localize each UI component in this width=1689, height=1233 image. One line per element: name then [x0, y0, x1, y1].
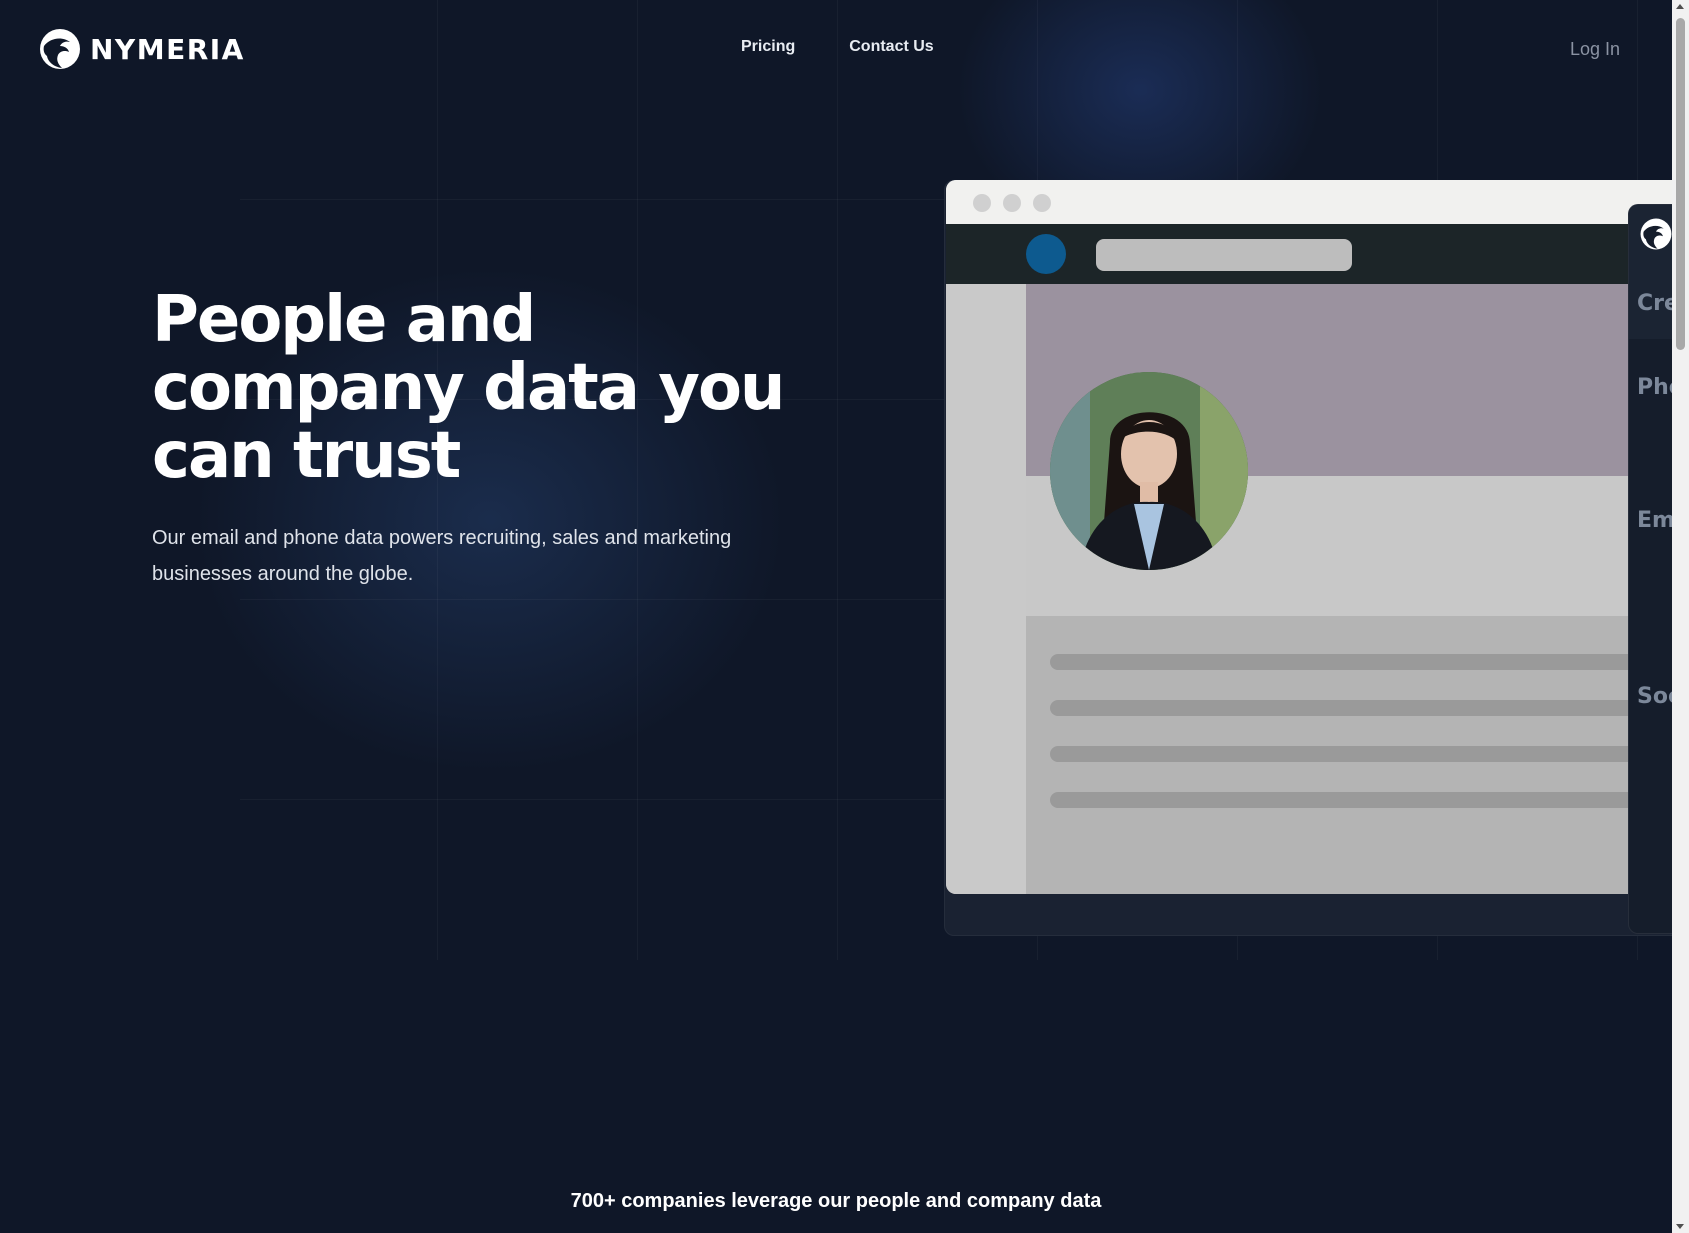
mockup-navbar	[946, 224, 1689, 284]
hero-subtitle: Our email and phone data powers recruiti…	[152, 527, 732, 585]
main-nav: Pricing Contact Us	[741, 38, 934, 56]
placeholder-line	[1050, 746, 1689, 762]
site-header: NYMERIA Pricing Contact Us Log In	[0, 0, 1672, 96]
brand-logo-link[interactable]: NYMERIA	[38, 28, 245, 70]
scroll-down-arrow-icon[interactable]	[1676, 1224, 1684, 1229]
window-dot-icon	[973, 194, 991, 212]
profile-photo-illustration	[1050, 372, 1248, 570]
nav-link-pricing[interactable]: Pricing	[741, 38, 795, 56]
side-panel-label-email: Em	[1637, 508, 1675, 533]
scroll-up-arrow-icon[interactable]	[1676, 4, 1684, 9]
mockup-titlebar	[946, 180, 1689, 224]
placeholder-line	[1050, 792, 1689, 808]
hero-title: People and company data you can trust	[152, 283, 785, 493]
mockup-search-bar	[1096, 239, 1352, 271]
grid-line	[837, 0, 838, 960]
brand-name: NYMERIA	[90, 32, 245, 66]
mockup-avatar-dot	[1026, 234, 1066, 274]
placeholder-line	[1050, 700, 1689, 716]
trust-statement: 700+ companies leverage our people and c…	[570, 1190, 1102, 1212]
browser-mockup	[946, 180, 1689, 894]
window-dot-icon	[1033, 194, 1051, 212]
mockup-content-card	[1026, 616, 1689, 894]
wolf-logo-icon	[1640, 218, 1672, 250]
window-dot-icon	[1003, 194, 1021, 212]
placeholder-line	[1050, 654, 1689, 670]
login-link[interactable]: Log In	[1570, 39, 1620, 60]
page-scrollbar[interactable]	[1672, 0, 1689, 1233]
scroll-thumb[interactable]	[1676, 18, 1685, 350]
wolf-logo-icon	[40, 29, 80, 69]
nav-link-contact-us[interactable]: Contact Us	[849, 38, 933, 56]
mockup-left-column	[946, 284, 1026, 894]
profile-photo	[1050, 372, 1248, 570]
